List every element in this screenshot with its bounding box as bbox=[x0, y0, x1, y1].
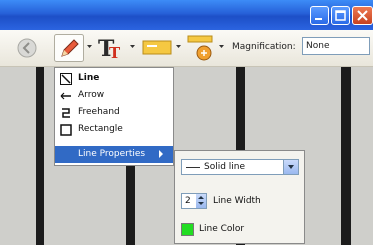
close-icon bbox=[357, 10, 368, 21]
spin-down-icon[interactable] bbox=[198, 202, 204, 205]
pencil-tool-button[interactable] bbox=[54, 34, 84, 62]
image-stripe bbox=[341, 67, 351, 245]
minimize-button[interactable] bbox=[310, 6, 329, 25]
measure-tool-button[interactable] bbox=[186, 34, 216, 62]
line-width-stepper[interactable]: 2 bbox=[181, 193, 207, 209]
measure-dropdown-arrow-icon[interactable] bbox=[219, 45, 224, 48]
menu-item-label: Freehand bbox=[78, 107, 120, 117]
minimize-icon bbox=[315, 18, 322, 20]
back-button[interactable] bbox=[14, 34, 40, 62]
line-style-select[interactable]: Solid line bbox=[181, 159, 299, 175]
line-width-value: 2 bbox=[185, 196, 191, 206]
text-dropdown-arrow-icon[interactable] bbox=[130, 45, 135, 48]
line-width-label: Line Width bbox=[213, 196, 261, 206]
draw-tool-menu: Line Arrow Freehand Rectangle Line Prope… bbox=[54, 67, 174, 166]
spin-up-icon[interactable] bbox=[198, 196, 204, 199]
submenu-arrow-icon bbox=[159, 150, 163, 158]
menu-item-label: Arrow bbox=[78, 90, 105, 100]
menu-item-rectangle[interactable]: Rectangle bbox=[55, 121, 173, 138]
line-properties-panel: Solid line 2 Line Width Line Color bbox=[174, 150, 305, 244]
close-button[interactable] bbox=[352, 6, 373, 25]
label-tool-button[interactable] bbox=[141, 34, 173, 62]
svg-text:T: T bbox=[109, 44, 121, 62]
title-bar bbox=[0, 0, 373, 30]
magnification-select[interactable]: None bbox=[302, 37, 370, 55]
spin-buttons[interactable] bbox=[196, 194, 206, 208]
pencil-dropdown-arrow-icon[interactable] bbox=[87, 45, 92, 48]
menu-item-label: Line bbox=[78, 73, 100, 83]
text-tool-button[interactable]: T T bbox=[96, 34, 126, 62]
magnification-label: Magnification: bbox=[232, 42, 296, 52]
menu-item-line[interactable]: Line bbox=[55, 70, 173, 87]
line-style-preview-icon bbox=[186, 167, 200, 168]
line-icon bbox=[60, 73, 72, 85]
freehand-icon bbox=[62, 108, 70, 118]
line-color-swatch[interactable] bbox=[181, 223, 194, 236]
line-style-value: Solid line bbox=[204, 162, 246, 172]
maximize-button[interactable] bbox=[331, 6, 350, 25]
arrow-icon bbox=[60, 92, 71, 100]
label-dropdown-arrow-icon[interactable] bbox=[176, 45, 181, 48]
menu-item-freehand[interactable]: Freehand bbox=[55, 104, 173, 121]
menu-item-label: Rectangle bbox=[78, 124, 123, 134]
maximize-icon bbox=[335, 10, 346, 21]
menu-item-label: Line Properties bbox=[78, 149, 146, 159]
line-color-label[interactable]: Line Color bbox=[199, 224, 244, 234]
rectangle-icon bbox=[60, 124, 72, 136]
menu-item-arrow[interactable]: Arrow bbox=[55, 87, 173, 104]
menu-item-line-properties[interactable]: Line Properties bbox=[55, 146, 173, 163]
chevron-down-icon[interactable] bbox=[283, 160, 298, 174]
image-stripe bbox=[36, 67, 44, 245]
